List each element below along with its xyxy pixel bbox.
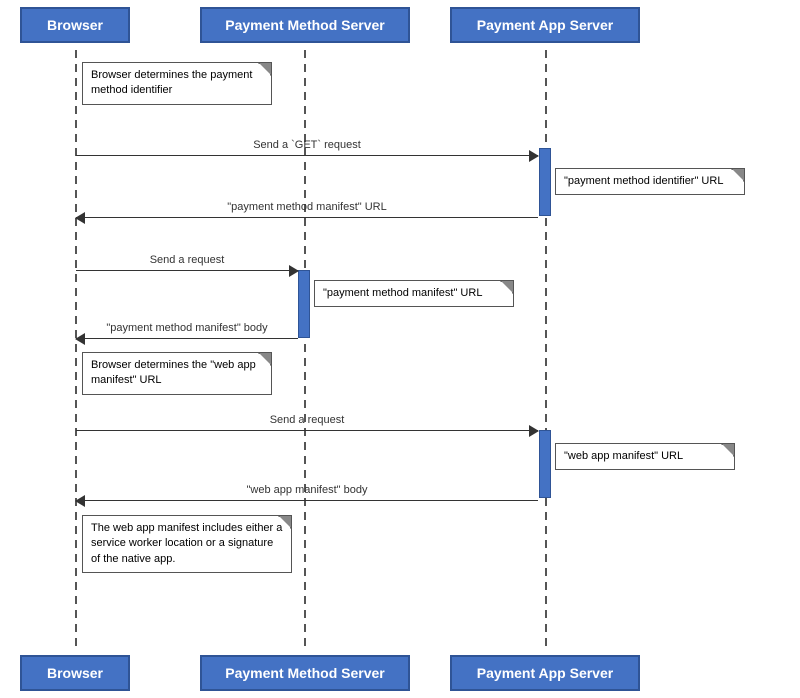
actor-pas-header: Payment App Server	[450, 7, 640, 43]
lifeline-browser	[75, 50, 77, 648]
arrow-pmm-body-label: "payment method manifest" body	[106, 322, 267, 334]
actor-browser-footer: Browser	[20, 655, 130, 691]
note-browser-determines-wam: Browser determines the "web app manifest…	[82, 352, 272, 395]
note-pmi-url: "payment method identifier" URL	[555, 168, 745, 195]
actor-pms-footer: Payment Method Server	[200, 655, 410, 691]
note-wam-includes: The web app manifest includes either a s…	[82, 515, 292, 573]
actor-pas-footer: Payment App Server	[450, 655, 640, 691]
arrow-pmm-url: "payment method manifest" URL	[76, 217, 538, 218]
arrow-wam-body: "web app manifest" body	[76, 500, 538, 501]
arrow-send-request-pas-label: Send a request	[270, 414, 345, 426]
arrow-get-request: Send a `GET` request	[76, 155, 538, 156]
note-browser-determines-pmi: Browser determines the payment method id…	[82, 62, 272, 105]
arrow-wam-body-label: "web app manifest" body	[247, 484, 368, 496]
activation-pas-2	[539, 430, 551, 498]
actor-pms-header: Payment Method Server	[200, 7, 410, 43]
header-row: Browser Payment Method Server Payment Ap…	[0, 0, 800, 50]
arrow-send-request-pms: Send a request	[76, 270, 298, 271]
note-wam-url: "web app manifest" URL	[555, 443, 735, 470]
arrow-pmm-url-label: "payment method manifest" URL	[227, 201, 386, 213]
arrow-send-request-pas: Send a request	[76, 430, 538, 431]
arrow-send-request-pms-label: Send a request	[150, 254, 225, 266]
footer-row: Browser Payment Method Server Payment Ap…	[0, 648, 800, 698]
activation-pas-1	[539, 148, 551, 216]
actor-browser-header: Browser	[20, 7, 130, 43]
arrow-get-label: Send a `GET` request	[253, 139, 361, 151]
arrow-pmm-body: "payment method manifest" body	[76, 338, 298, 339]
activation-pms-1	[298, 270, 310, 338]
lifeline-pas	[545, 50, 547, 648]
note-pmm-manifest-url: "payment method manifest" URL	[314, 280, 514, 307]
